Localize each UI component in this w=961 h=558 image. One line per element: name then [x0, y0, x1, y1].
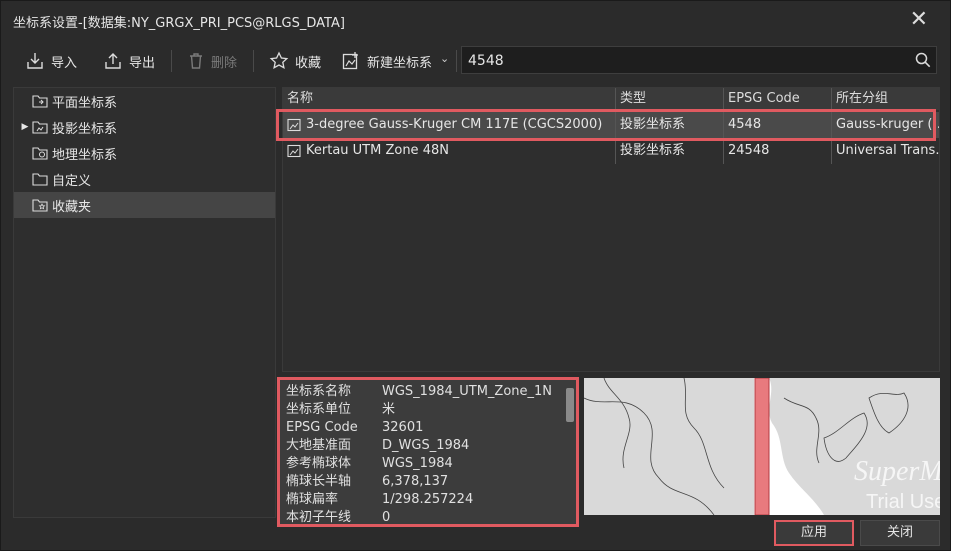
table-row[interactable]: Kertau UTM Zone 48N 投影坐标系 24548 Universa…: [283, 138, 939, 164]
geographic-folder-icon: [32, 146, 48, 160]
tree-item-favorites[interactable]: 收藏夹: [14, 192, 275, 218]
category-tree: 平面坐标系 ▶ 投影坐标系 地理坐标系 自定义 收藏夹: [13, 87, 276, 518]
tree-item-plane[interactable]: 平面坐标系: [14, 88, 275, 114]
toolbar-divider: [456, 50, 457, 72]
column-header-epsg[interactable]: EPSG Code: [724, 88, 832, 110]
new-coordinate-system-label: 新建坐标系: [367, 55, 433, 71]
cell-name: 3-degree Gauss-Kruger CM 117E (CGCS2000): [283, 112, 616, 138]
cell-name: Kertau UTM Zone 48N: [283, 138, 616, 164]
toolbar-divider: [253, 50, 254, 72]
delete-label: 删除: [211, 55, 238, 71]
map-preview-graphic: SuperMap Trial Use: [584, 378, 940, 515]
info-row: 椭球扁率 1/298.257224: [286, 492, 474, 507]
cell-epsg: 4548: [724, 112, 832, 138]
scrollbar-thumb[interactable]: [566, 388, 574, 422]
info-row: 大地基准面 D_WGS_1984: [286, 438, 470, 453]
toolbar-divider: [171, 50, 172, 72]
chevron-down-icon[interactable]: ⌄: [440, 52, 449, 65]
toolbar: 导入 导出 删除 收藏 新建坐标系 ⌄: [1, 44, 950, 78]
new-coordinate-system-button[interactable]: 新建坐标系 ⌄: [341, 44, 449, 78]
column-header-group[interactable]: 所在分组: [832, 88, 939, 110]
map-preview[interactable]: SuperMap Trial Use: [584, 378, 940, 515]
title-bar: 坐标系设置-[数据集:NY_GRGX_PRI_PCS@RLGS_DATA] ✕: [1, 1, 950, 39]
favorite-button[interactable]: 收藏: [269, 44, 321, 78]
info-row: EPSG Code 32601: [286, 420, 424, 435]
search-input[interactable]: [466, 47, 910, 75]
tree-item-label: 自定义: [52, 173, 92, 189]
expand-arrow-icon[interactable]: ▶: [18, 122, 32, 132]
cell-type: 投影坐标系: [616, 112, 724, 138]
projected-system-icon: [287, 118, 301, 132]
folder-icon: [32, 172, 48, 186]
info-row: 坐标系名称 WGS_1984_UTM_Zone_1N: [286, 384, 553, 399]
projected-folder-icon: [32, 120, 48, 134]
tree-item-label: 投影坐标系: [52, 121, 118, 137]
cell-group: Gauss-kruger (…: [836, 117, 940, 132]
column-header-type[interactable]: 类型: [616, 88, 724, 110]
close-button[interactable]: 关闭: [860, 520, 940, 546]
tree-item-label: 地理坐标系: [52, 147, 118, 163]
column-header-name[interactable]: 名称: [283, 88, 616, 110]
window-title: 坐标系设置-[数据集:NY_GRGX_PRI_PCS@RLGS_DATA]: [13, 16, 345, 31]
info-row: 椭球长半轴 6,378,137: [286, 474, 449, 489]
export-icon: [103, 51, 123, 71]
tree-item-geographic[interactable]: 地理坐标系: [14, 140, 275, 166]
coordinate-info-panel: 坐标系名称 WGS_1984_UTM_Zone_1N 坐标系单位米 EPSG Co…: [277, 377, 579, 527]
info-scrollbar[interactable]: [566, 382, 574, 524]
search-box: [461, 46, 937, 75]
cell-group: Universal Trans…: [836, 143, 940, 158]
export-label: 导出: [129, 55, 156, 71]
apply-button[interactable]: 应用: [774, 520, 854, 546]
info-row: 坐标系单位米: [286, 402, 396, 417]
new-coordinate-system-icon: [341, 51, 361, 71]
close-icon[interactable]: ✕: [910, 7, 928, 33]
info-row: 本初子午线 0: [286, 510, 391, 525]
favorite-label: 收藏: [295, 55, 322, 71]
tree-item-projected[interactable]: ▶ 投影坐标系: [14, 114, 275, 140]
coordinate-system-dialog: 坐标系设置-[数据集:NY_GRGX_PRI_PCS@RLGS_DATA] ✕ …: [0, 0, 951, 551]
tree-item-label: 平面坐标系: [52, 95, 118, 111]
cell-epsg: 24548: [724, 138, 832, 164]
export-button[interactable]: 导出: [103, 44, 155, 78]
search-icon[interactable]: [914, 51, 932, 73]
table-header: 名称 类型 EPSG Code 所在分组: [283, 88, 939, 110]
import-icon: [25, 51, 45, 71]
folder-icon: [32, 94, 48, 108]
tree-item-custom[interactable]: 自定义: [14, 166, 275, 192]
import-button[interactable]: 导入: [25, 44, 77, 78]
table-row[interactable]: 3-degree Gauss-Kruger CM 117E (CGCS2000)…: [283, 112, 939, 138]
coordinate-system-table: 名称 类型 EPSG Code 所在分组 3-degree Gauss-Krug…: [282, 87, 940, 372]
watermark-text: SuperMap: [854, 456, 940, 487]
favorites-folder-icon: [32, 198, 48, 212]
import-label: 导入: [51, 55, 78, 71]
projected-system-icon: [287, 144, 301, 158]
watermark-subtext: Trial Use: [866, 491, 940, 513]
info-row: 参考椭球体 WGS_1984: [286, 456, 453, 471]
tree-item-label: 收藏夹: [52, 199, 92, 215]
trash-icon: [187, 51, 205, 71]
cell-type: 投影坐标系: [616, 138, 724, 164]
delete-button[interactable]: 删除: [187, 44, 237, 78]
star-icon: [269, 51, 289, 71]
